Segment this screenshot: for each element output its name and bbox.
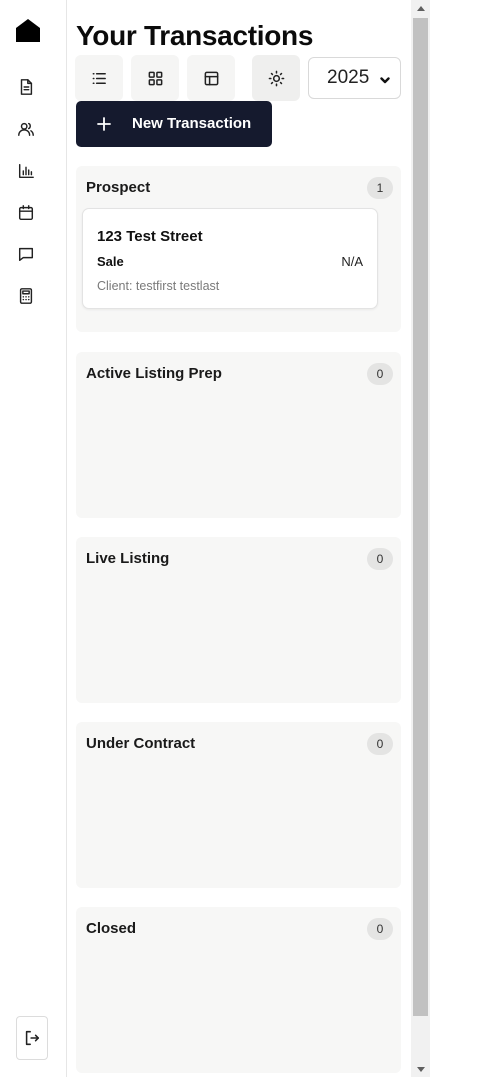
list-view-icon: [92, 72, 106, 84]
column-under-contract: Under Contract 0: [76, 722, 401, 888]
card-address: 123 Test Street: [97, 228, 203, 245]
table-view-icon: [204, 71, 218, 85]
bar-chart-icon[interactable]: [16, 161, 36, 181]
page-title: Your Transactions: [76, 20, 314, 51]
main-content: Your Transactions 2025 New Transaction P…: [67, 0, 411, 1077]
logout-button[interactable]: [16, 1016, 48, 1060]
scroll-up-arrow-icon[interactable]: [411, 0, 430, 16]
grid-view-button[interactable]: [131, 55, 179, 101]
column-active-listing-prep: Active Listing Prep 0: [76, 352, 401, 518]
chevron-down-icon: [378, 71, 392, 85]
card-client: Client: testfirst testlast: [97, 279, 220, 293]
new-transaction-label: New Transaction: [132, 115, 252, 132]
column-count-badge: 0: [367, 733, 393, 755]
column-live-listing: Live Listing 0: [76, 537, 401, 703]
year-select-value: 2025: [327, 67, 370, 88]
home-logo-icon[interactable]: [15, 18, 41, 44]
calendar-icon[interactable]: [16, 203, 36, 223]
theme-toggle-button[interactable]: [252, 55, 300, 101]
grid-view-icon: [148, 71, 162, 85]
plus-icon: [94, 114, 114, 134]
logout-icon: [25, 1030, 40, 1046]
scroll-down-arrow-icon[interactable]: [411, 1061, 430, 1077]
sidebar: [0, 0, 67, 1077]
document-icon[interactable]: [16, 77, 36, 97]
column-closed: Closed 0: [76, 907, 401, 1073]
table-view-button[interactable]: [187, 55, 235, 101]
column-count-badge: 0: [367, 363, 393, 385]
scrollbar[interactable]: [411, 0, 430, 1077]
card-price: N/A: [341, 254, 363, 269]
list-view-button[interactable]: [75, 55, 123, 101]
users-icon[interactable]: [16, 119, 36, 139]
new-transaction-button[interactable]: New Transaction: [76, 101, 272, 147]
column-title: Closed: [86, 920, 137, 937]
column-title: Active Listing Prep: [86, 365, 222, 382]
column-title: Live Listing: [86, 550, 170, 567]
message-icon[interactable]: [16, 244, 36, 264]
column-count-badge: 1: [367, 177, 393, 199]
card-type: Sale: [97, 254, 124, 269]
column-title: Prospect: [86, 179, 151, 196]
column-count-badge: 0: [367, 548, 393, 570]
theme-sun-icon: [268, 70, 284, 86]
column-title: Under Contract: [86, 735, 196, 752]
year-select[interactable]: 2025: [308, 57, 401, 99]
transaction-card[interactable]: 123 Test Street Sale N/A Client: testfir…: [82, 208, 378, 309]
scrollbar-thumb[interactable]: [413, 18, 428, 1016]
calculator-icon[interactable]: [16, 286, 36, 306]
column-count-badge: 0: [367, 918, 393, 940]
